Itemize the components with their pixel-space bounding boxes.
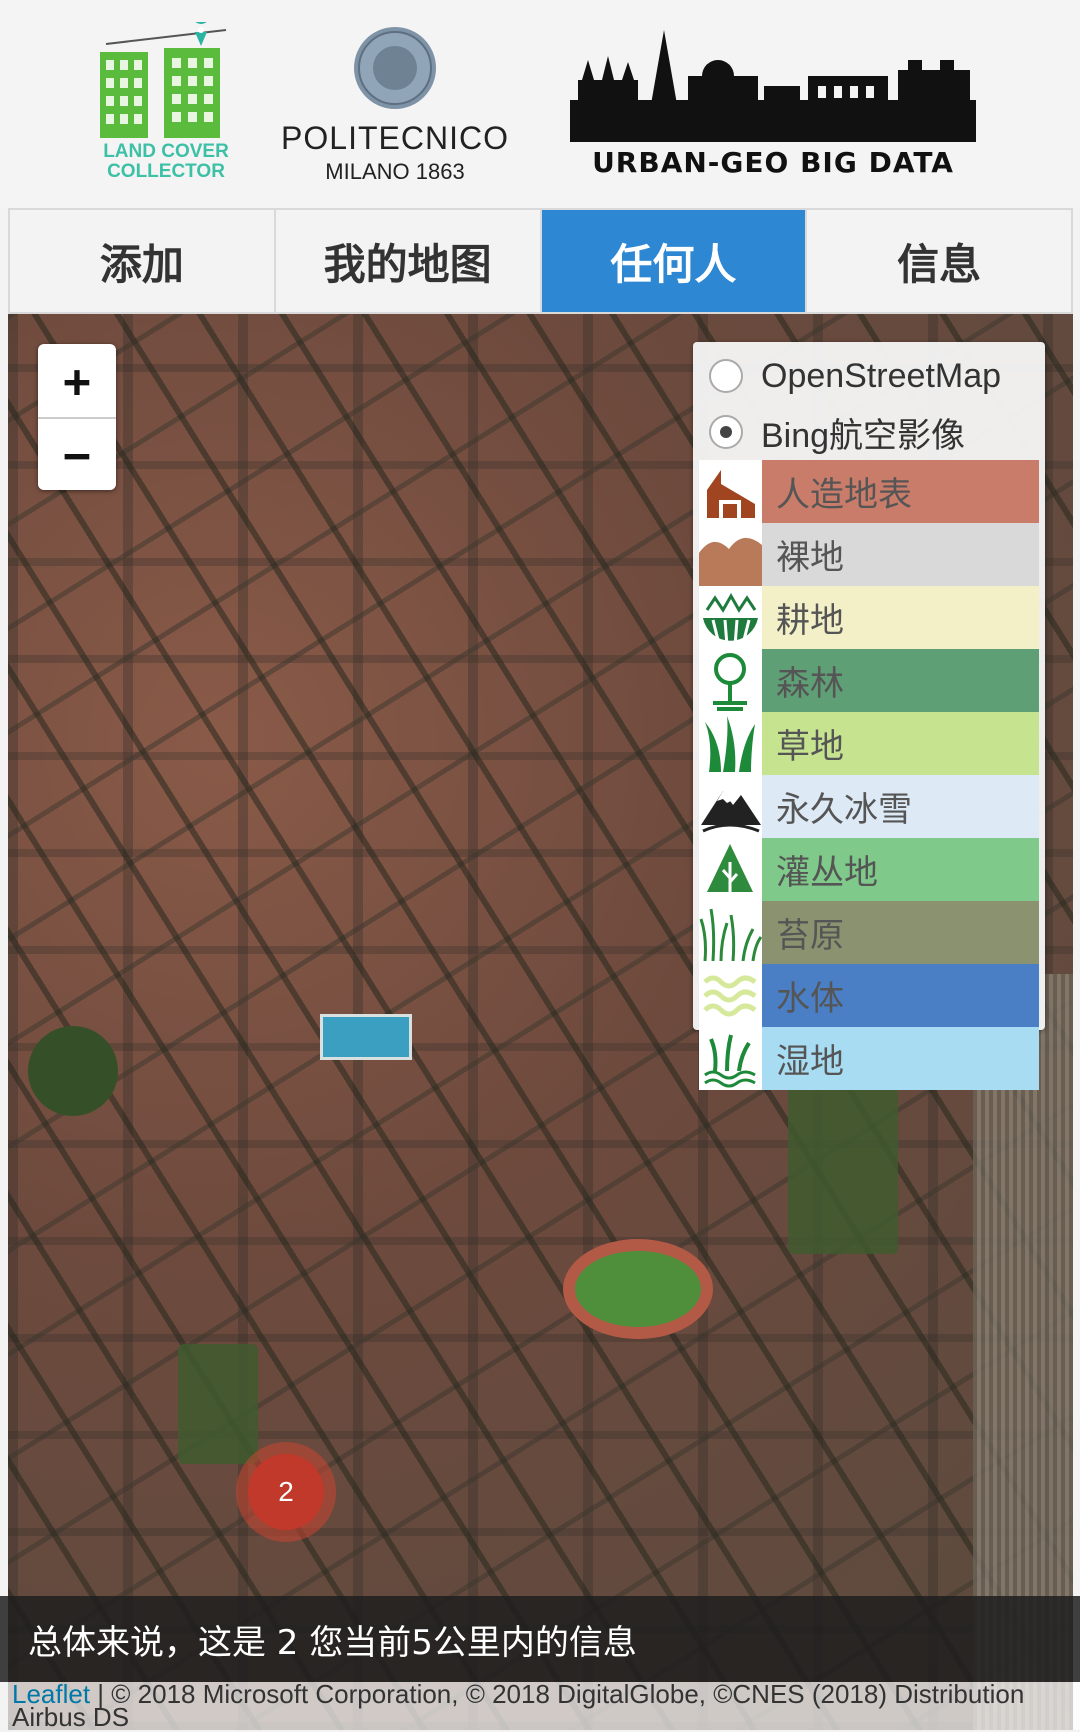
land-cover-collector-logo: LAND COVER COLLECTOR	[96, 6, 236, 187]
base-layer-osm[interactable]: OpenStreetMap	[699, 348, 1039, 404]
land-cover-label: 水体	[762, 964, 1039, 1027]
land-cover-label: 森林	[762, 649, 1039, 712]
land-cover-tundra[interactable]: 苔原	[699, 901, 1039, 964]
politecnico-subtitle: MILANO 1863	[325, 159, 465, 184]
tab-add[interactable]: 添加	[10, 210, 276, 312]
land-cover-label: 灌丛地	[762, 838, 1039, 901]
hills-icon	[699, 523, 762, 586]
land-cover-label: 湿地	[762, 1027, 1039, 1090]
base-layer-label: OpenStreetMap	[761, 356, 1002, 395]
tab-my-map[interactable]: 我的地图	[276, 210, 542, 312]
info-bar: 总体来说，这是 2 您当前5公里内的信息	[0, 1596, 1080, 1682]
zoom-control: + −	[38, 344, 116, 490]
main-tabs: 添加 我的地图 任何人 信息	[8, 208, 1073, 314]
land-cover-snow[interactable]: 永久冰雪	[699, 775, 1039, 838]
grass-icon	[699, 712, 762, 775]
base-layer-label: Bing航空影像	[761, 416, 966, 455]
zoom-in-button[interactable]: +	[38, 344, 116, 417]
wetland-icon	[699, 1027, 762, 1090]
urban-geo-logo: URBAN-GEO BIG DATA	[568, 30, 978, 180]
header: LAND COVER COLLECTOR POLITECNICO MILANO …	[0, 0, 1080, 208]
map-park	[178, 1344, 258, 1464]
land-cover-water[interactable]: 水体	[699, 964, 1039, 1027]
building-icon	[699, 460, 762, 523]
mountain-icon	[699, 775, 762, 838]
land-cover-label: 裸地	[762, 523, 1039, 586]
land-cover-shrub[interactable]: 灌丛地	[699, 838, 1039, 901]
urban-geo-title: URBAN-GEO BIG DATA	[592, 146, 954, 179]
lcc-buildings-icon	[100, 6, 227, 138]
politecnico-seal-icon	[354, 27, 436, 109]
lcc-logo-line2: COLLECTOR	[107, 161, 225, 182]
map-view[interactable]: + − OpenStreetMap Bing航空影像 人造地表 裸地 耕地 森林…	[8, 314, 1073, 1730]
tree-icon	[699, 649, 762, 712]
zoom-out-button[interactable]: −	[38, 417, 116, 490]
marker-cluster[interactable]: 2	[236, 1442, 336, 1542]
layer-control: OpenStreetMap Bing航空影像 人造地表 裸地 耕地 森林 草地 …	[693, 342, 1045, 1090]
land-cover-cropland[interactable]: 耕地	[699, 586, 1039, 649]
land-cover-wetland[interactable]: 湿地	[699, 1027, 1039, 1090]
shrub-icon	[699, 838, 762, 901]
land-cover-label: 苔原	[762, 901, 1039, 964]
attribution-text: | © 2018 Microsoft Corporation, © 2018 D…	[12, 1679, 1025, 1732]
lcc-logo-line1: LAND COVER	[103, 141, 229, 162]
tab-anyone[interactable]: 任何人	[541, 210, 808, 312]
map-attribution: Leaflet | © 2018 Microsoft Corporation, …	[8, 1679, 1080, 1732]
land-cover-label: 草地	[762, 712, 1039, 775]
map-stadium-track	[563, 1239, 713, 1339]
osm-radio[interactable]	[709, 359, 743, 393]
map-roundabout	[28, 1026, 118, 1116]
land-cover-label: 永久冰雪	[762, 775, 1039, 838]
tab-info[interactable]: 信息	[807, 210, 1071, 312]
politecnico-logo: POLITECNICO MILANO 1863	[280, 24, 510, 184]
marker-cluster-count: 2	[248, 1454, 324, 1530]
field-icon	[699, 586, 762, 649]
city-skyline-icon	[570, 30, 976, 142]
map-pool	[320, 1014, 412, 1060]
land-cover-forest[interactable]: 森林	[699, 649, 1039, 712]
tundra-icon	[699, 901, 763, 964]
land-cover-artificial[interactable]: 人造地表	[699, 460, 1039, 523]
politecnico-name: POLITECNICO	[281, 120, 509, 156]
land-cover-label: 耕地	[762, 586, 1039, 649]
land-cover-bare[interactable]: 裸地	[699, 523, 1039, 586]
base-layer-bing[interactable]: Bing航空影像	[699, 404, 1039, 460]
land-cover-grassland[interactable]: 草地	[699, 712, 1039, 775]
bing-radio[interactable]	[709, 415, 743, 449]
land-cover-label: 人造地表	[762, 460, 1039, 523]
water-icon	[699, 964, 762, 1027]
